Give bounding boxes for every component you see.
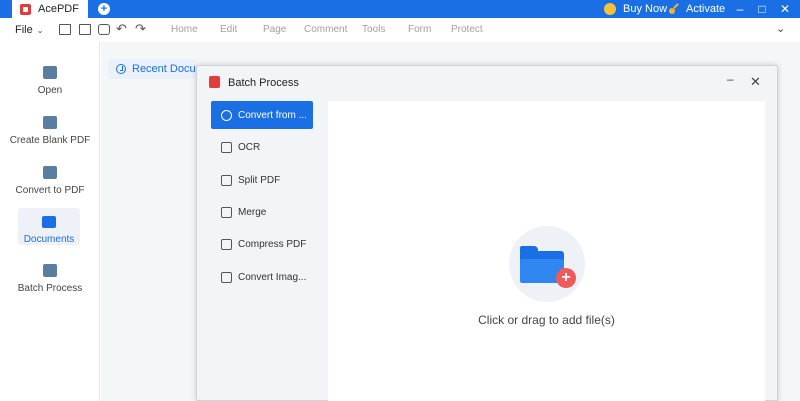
- print-icon[interactable]: [98, 24, 110, 35]
- acepdf-logo-icon: [209, 76, 220, 88]
- tab-comment[interactable]: Comment: [304, 24, 347, 35]
- sidebar-item-label: Documents: [23, 234, 75, 245]
- menu-bar: File ⌄ ↶ ↷ Home Edit Page Comment Tools F…: [0, 18, 800, 42]
- split-icon: [221, 174, 232, 186]
- file-plus-icon: [43, 116, 57, 129]
- app-tab[interactable]: AcePDF: [12, 0, 88, 18]
- activate-button[interactable]: Activate: [668, 2, 725, 16]
- new-tab-button[interactable]: +: [98, 3, 110, 15]
- title-bar: AcePDF + Buy Now Activate – □ ✕: [0, 0, 800, 18]
- op-convert-from[interactable]: Convert from ...: [211, 101, 313, 129]
- dialog-header: Batch Process – ✕: [197, 66, 777, 100]
- op-split-pdf[interactable]: Split PDF: [211, 166, 313, 194]
- image-convert-icon: [221, 271, 232, 283]
- compress-icon: [221, 238, 232, 250]
- folder-icon: [43, 66, 57, 79]
- undo-icon[interactable]: ↶: [116, 21, 127, 37]
- tab-page[interactable]: Page: [263, 24, 286, 35]
- dialog-title: Batch Process: [228, 77, 299, 89]
- op-compress-pdf[interactable]: Compress PDF: [211, 230, 313, 258]
- sidebar: Open Create Blank PDF Convert to PDF Doc…: [0, 42, 100, 401]
- collapse-ribbon-icon[interactable]: ⌄: [776, 22, 785, 35]
- key-icon: [668, 4, 679, 15]
- file-drop-area[interactable]: + Click or drag to add file(s): [328, 101, 765, 401]
- buy-now-icon: [604, 3, 616, 15]
- op-label: Merge: [238, 206, 267, 218]
- dialog-minimize-button[interactable]: –: [727, 72, 734, 86]
- sidebar-item-label: Batch Process: [17, 283, 83, 294]
- activate-label: Activate: [686, 3, 726, 15]
- save-icon[interactable]: [79, 24, 91, 35]
- op-label: Split PDF: [238, 174, 281, 186]
- ocr-icon: [221, 141, 232, 153]
- sidebar-item-documents[interactable]: Documents: [18, 208, 80, 245]
- batch-icon: [43, 264, 57, 277]
- sidebar-item-open[interactable]: Open: [10, 66, 90, 106]
- op-label: Compress PDF: [238, 238, 307, 250]
- convert-icon: [43, 166, 57, 179]
- window-minimize-button[interactable]: –: [729, 0, 751, 18]
- add-file-icon[interactable]: +: [556, 268, 576, 288]
- tab-form[interactable]: Form: [408, 24, 431, 35]
- redo-icon[interactable]: ↷: [135, 21, 146, 37]
- op-label: OCR: [238, 141, 261, 153]
- op-label: Convert from ...: [238, 109, 307, 121]
- clock-icon: [116, 64, 126, 74]
- documents-icon: [42, 216, 56, 228]
- batch-process-dialog: Batch Process – ✕ Convert from ... OCR S…: [196, 65, 778, 401]
- sidebar-item-batch-process[interactable]: Batch Process: [10, 264, 90, 304]
- tab-protect[interactable]: Protect: [451, 24, 483, 35]
- window-close-button[interactable]: ✕: [774, 0, 796, 18]
- tab-home[interactable]: Home: [171, 24, 198, 35]
- tab-tools[interactable]: Tools: [362, 24, 385, 35]
- buy-now-button[interactable]: Buy Now: [604, 2, 667, 16]
- op-convert-image[interactable]: Convert Imag...: [211, 263, 313, 291]
- sidebar-item-label: Convert to PDF: [15, 185, 85, 196]
- merge-icon: [221, 206, 232, 218]
- dialog-close-button[interactable]: ✕: [750, 74, 761, 90]
- sidebar-item-label: Open: [37, 85, 63, 96]
- recent-documents-label: Recent Docum: [132, 63, 196, 75]
- buy-now-label: Buy Now: [623, 3, 668, 15]
- refresh-icon: [221, 109, 232, 121]
- file-menu[interactable]: File ⌄: [15, 24, 43, 36]
- chevron-down-icon: ⌄: [36, 26, 44, 35]
- file-menu-label: File: [15, 24, 33, 36]
- open-folder-icon[interactable]: [59, 24, 71, 35]
- acepdf-logo-icon: [20, 3, 31, 15]
- tab-edit[interactable]: Edit: [220, 24, 237, 35]
- window-maximize-button[interactable]: □: [751, 0, 773, 18]
- op-ocr[interactable]: OCR: [211, 133, 313, 161]
- app-name: AcePDF: [38, 3, 79, 15]
- sidebar-item-convert-to-pdf[interactable]: Convert to PDF: [10, 166, 90, 206]
- op-label: Convert Imag...: [238, 271, 307, 283]
- sidebar-item-create-blank-pdf[interactable]: Create Blank PDF: [10, 116, 90, 156]
- sidebar-item-label: Create Blank PDF: [9, 135, 91, 146]
- drop-hint-text: Click or drag to add file(s): [478, 313, 615, 327]
- op-merge[interactable]: Merge: [211, 198, 313, 226]
- recent-documents-tab[interactable]: Recent Docum: [108, 59, 196, 79]
